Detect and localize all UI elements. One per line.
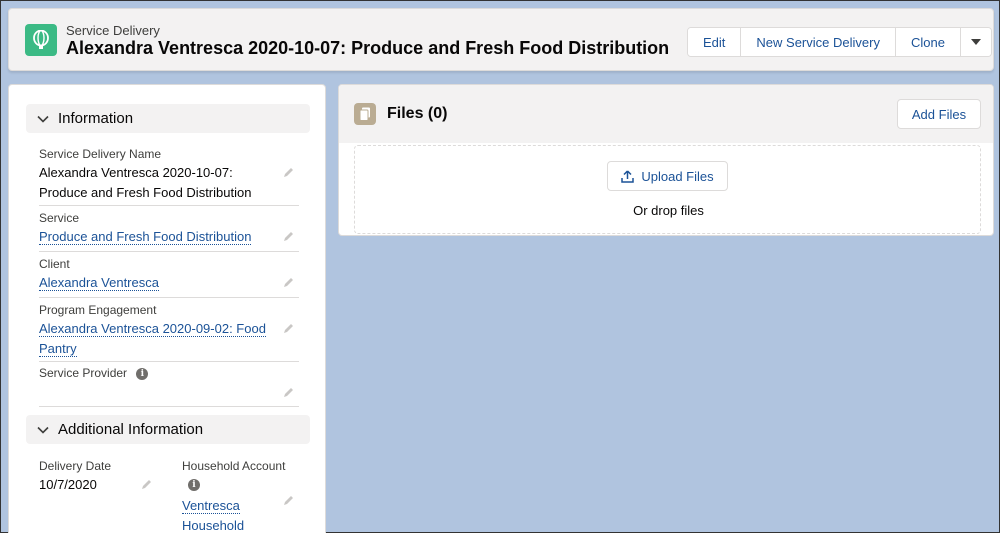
field-label: Delivery Date	[39, 459, 112, 473]
chevron-down-icon	[37, 115, 49, 123]
add-files-button[interactable]: Add Files	[897, 99, 981, 129]
service-provider-label: Service Provider	[39, 366, 128, 380]
files-title: Files (0)	[387, 105, 448, 122]
information-section-header[interactable]: Information	[26, 104, 310, 133]
files-card: Files (0) Add Files Upload Files Or drop…	[338, 84, 994, 236]
information-section-title: Information	[58, 110, 134, 127]
field-label: Client	[39, 257, 70, 271]
new-service-delivery-button[interactable]: New Service Delivery	[741, 28, 896, 56]
clone-button[interactable]: Clone	[895, 28, 961, 56]
client-link[interactable]: Alexandra Ventresca	[39, 275, 159, 291]
service-link[interactable]: Produce and Fresh Food Distribution	[39, 229, 252, 245]
files-card-header: Files (0) Add Files	[339, 85, 993, 143]
field-label: Household Account	[182, 459, 286, 473]
household-account-field: Household Account i Ventresca Household	[182, 459, 292, 533]
divider	[39, 297, 299, 298]
pencil-icon[interactable]	[282, 166, 295, 179]
divider	[39, 251, 299, 252]
balloon-icon	[25, 24, 57, 56]
file-dropzone[interactable]: Upload Files Or drop files	[354, 145, 981, 234]
pencil-icon[interactable]	[140, 478, 153, 491]
program-engagement-link-cont[interactable]: Pantry	[39, 341, 77, 357]
divider	[39, 406, 299, 407]
pencil-icon[interactable]	[282, 230, 295, 243]
upload-files-label: Upload Files	[641, 168, 714, 184]
upload-files-button[interactable]: Upload Files	[607, 161, 728, 191]
pencil-icon[interactable]	[282, 276, 295, 289]
additional-information-section-title: Additional Information	[58, 421, 204, 438]
additional-information-section-header[interactable]: Additional Information	[26, 415, 310, 444]
divider	[39, 361, 299, 362]
field-label: Service Delivery Name	[39, 147, 162, 161]
divider	[39, 205, 299, 206]
field-value: Alexandra Ventresca 2020-10-07:	[39, 165, 233, 180]
record-title: Alexandra Ventresca 2020-10-07: Produce …	[66, 38, 670, 58]
field-label: Program Engagement	[39, 303, 157, 317]
info-icon[interactable]: i	[188, 478, 200, 491]
pencil-icon[interactable]	[282, 386, 295, 399]
header-button-group: Edit New Service Delivery Clone	[687, 27, 992, 57]
upload-icon	[621, 169, 635, 183]
record-header: Service Delivery Alexandra Ventresca 202…	[8, 8, 994, 71]
chevron-down-icon	[970, 39, 981, 45]
pencil-icon[interactable]	[282, 322, 295, 335]
files-icon	[354, 103, 376, 125]
drop-files-text: Or drop files	[633, 203, 704, 218]
object-type-label: Service Delivery	[66, 23, 160, 38]
edit-button[interactable]: Edit	[688, 28, 742, 56]
client-field: Client Alexandra Ventresca	[39, 257, 299, 293]
chevron-down-icon	[37, 426, 49, 434]
service-field: Service Produce and Fresh Food Distribut…	[39, 211, 299, 247]
field-value: Produce and Fresh Food Distribution	[39, 185, 252, 200]
field-label: Service Provider i	[39, 366, 299, 380]
more-actions-button[interactable]	[960, 28, 991, 56]
household-account-link[interactable]: Ventresca	[182, 498, 240, 514]
service-delivery-name-field: Service Delivery Name Alexandra Ventresc…	[39, 147, 299, 203]
program-engagement-link[interactable]: Alexandra Ventresca 2020-09-02: Food	[39, 321, 266, 337]
pencil-icon[interactable]	[282, 494, 295, 507]
field-label: Service	[39, 211, 80, 225]
service-provider-field: Service Provider i	[39, 366, 299, 380]
info-icon[interactable]: i	[136, 367, 149, 380]
details-panel: Information Service Delivery Name Alexan…	[8, 84, 326, 533]
household-account-link-cont[interactable]: Household	[182, 518, 245, 533]
program-engagement-field: Program Engagement Alexandra Ventresca 2…	[39, 303, 299, 359]
